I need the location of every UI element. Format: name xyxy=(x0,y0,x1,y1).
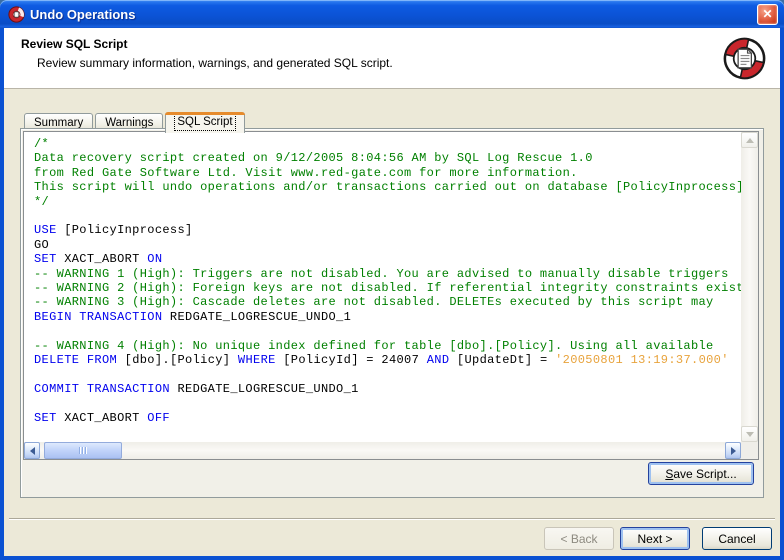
back-button[interactable]: < Back xyxy=(544,527,614,550)
page-subtitle: Review summary information, warnings, an… xyxy=(37,56,393,70)
wizard-header: Review SQL Script Review summary informa… xyxy=(4,28,780,89)
sql-code[interactable]: /* Data recovery script created on 9/12/2… xyxy=(24,132,741,442)
horizontal-scrollbar[interactable] xyxy=(24,442,741,459)
footer-divider xyxy=(9,518,775,520)
vertical-scroll-track[interactable] xyxy=(741,148,758,426)
page-title: Review SQL Script xyxy=(21,37,128,51)
cancel-button[interactable]: Cancel xyxy=(702,527,772,550)
scroll-left-icon[interactable] xyxy=(24,442,40,459)
lifebuoy-icon xyxy=(8,5,25,23)
window-title: Undo Operations xyxy=(30,6,136,22)
scroll-down-icon[interactable] xyxy=(741,426,758,442)
tab-sql-script[interactable]: SQL Script xyxy=(165,112,245,133)
scroll-right-icon[interactable] xyxy=(725,442,741,459)
dialog-body: Review SQL Script Review summary informa… xyxy=(0,28,784,560)
vertical-scrollbar[interactable] xyxy=(741,132,758,442)
next-button[interactable]: Next > xyxy=(620,527,690,550)
horizontal-scrollbar-thumb[interactable] xyxy=(44,442,122,459)
lifebuoy-document-logo xyxy=(723,37,766,80)
horizontal-scroll-track[interactable] xyxy=(40,442,725,459)
title-bar[interactable]: Undo Operations ✕ xyxy=(0,0,784,28)
scroll-up-icon[interactable] xyxy=(741,132,758,148)
sql-script-viewer[interactable]: /* Data recovery script created on 9/12/2… xyxy=(23,131,759,460)
close-icon[interactable]: ✕ xyxy=(757,3,778,25)
undo-operations-dialog: Undo Operations ✕ Review SQL Script Revi… xyxy=(0,0,784,560)
sql-script-tab-panel: /* Data recovery script created on 9/12/2… xyxy=(20,128,764,498)
save-script-button[interactable]: Save Script... xyxy=(648,462,754,485)
scrollbar-corner xyxy=(741,442,758,459)
tab-sql-script-label: SQL Script xyxy=(174,113,236,131)
